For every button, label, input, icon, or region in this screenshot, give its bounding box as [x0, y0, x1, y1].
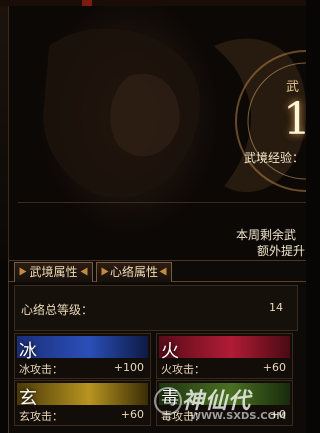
xuan-attack-stat: 玄 玄攻击： +60 — [14, 380, 151, 426]
total-level-value: 14 — [269, 301, 283, 314]
fire-glyph: 火 — [161, 341, 179, 362]
tab-ornament-right — [80, 267, 88, 276]
site-watermark: 神仙代 WWW.SXDS.COM — [150, 385, 306, 433]
meridian-total-level-row: 心络总等级： 14 — [14, 285, 298, 331]
total-level-label: 心络总等级： — [21, 303, 94, 317]
warrior-silhouette — [43, 28, 306, 198]
watermark-logo-icon — [154, 387, 182, 415]
realm-exp-label: 武境经验： — [244, 151, 305, 165]
realm-label: 武 — [286, 80, 300, 95]
tab-label: 心络属性 — [109, 265, 158, 279]
fire-attack-label: 火攻击： — [161, 363, 205, 376]
hero-divider — [18, 202, 306, 203]
tab-meridian-attributes[interactable]: 心络属性 — [96, 262, 172, 282]
extra-boost-text: 额外提升 — [257, 244, 306, 258]
tab-realm-attributes[interactable]: 武境属性 — [14, 262, 93, 282]
ice-attack-label: 冰攻击： — [19, 363, 63, 376]
fire-attack-stat: 火 火攻击： +60 — [156, 333, 293, 379]
ice-attack-stat: 冰 冰攻击： +100 — [14, 333, 151, 379]
left-frame — [0, 6, 9, 260]
realm-level-number: 1 — [283, 94, 306, 145]
xuan-attack-value: +60 — [120, 408, 144, 421]
ice-glyph: 冰 — [19, 341, 37, 362]
weekly-remaining-text: 本周剩余武 — [236, 228, 297, 242]
tab-label: 武境属性 — [29, 265, 78, 279]
xuan-glyph: 玄 — [19, 388, 37, 409]
fire-attack-value: +60 — [262, 361, 286, 374]
ice-attack-value: +100 — [113, 361, 144, 374]
xuan-attack-label: 玄攻击： — [19, 410, 63, 423]
attribute-window: 武 1 武境经验： 本周剩余武 额外提升 武境属性 心络属性 心络总等级： 14… — [0, 0, 306, 433]
realm-hero-art: 武 1 武境经验： 本周剩余武 额外提升 — [9, 6, 306, 260]
tab-ornament-right — [159, 267, 167, 276]
tab-ornament-left — [19, 267, 27, 276]
watermark-url: WWW.SXDS.COM — [190, 411, 287, 422]
tab-ornament-left — [101, 267, 109, 276]
